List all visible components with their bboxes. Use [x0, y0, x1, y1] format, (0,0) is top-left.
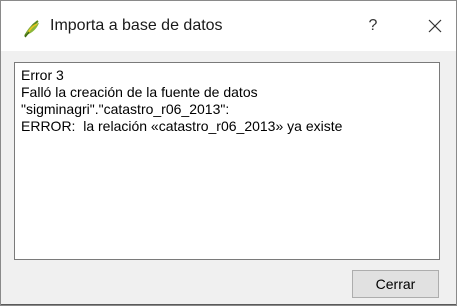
- window-title: Importa a base de datos: [50, 17, 223, 34]
- qgis-logo-icon: [23, 20, 41, 38]
- message-line-source: "sigminagri"."catastro_r06_2013":: [21, 101, 230, 117]
- dialog-window: Importa a base de datos ? Error 3 Falló …: [0, 0, 457, 306]
- message-line-failure: Falló la creación de la fuente de datos: [21, 84, 258, 100]
- error-message-box[interactable]: Error 3 Falló la creación de la fuente d…: [14, 62, 440, 260]
- cerrar-button[interactable]: Cerrar: [352, 270, 439, 298]
- title-bar[interactable]: Importa a base de datos ?: [1, 1, 456, 51]
- message-line-error-code: Error 3: [21, 67, 64, 83]
- close-window-button[interactable]: [415, 9, 455, 43]
- dialog-body: Error 3 Falló la creación de la fuente d…: [1, 51, 456, 305]
- window-bottom-border: [1, 304, 456, 305]
- message-line-error-detail: ERROR: la relación «catastro_r06_2013» y…: [21, 118, 343, 134]
- help-button[interactable]: ?: [355, 9, 391, 43]
- close-icon: [428, 19, 442, 33]
